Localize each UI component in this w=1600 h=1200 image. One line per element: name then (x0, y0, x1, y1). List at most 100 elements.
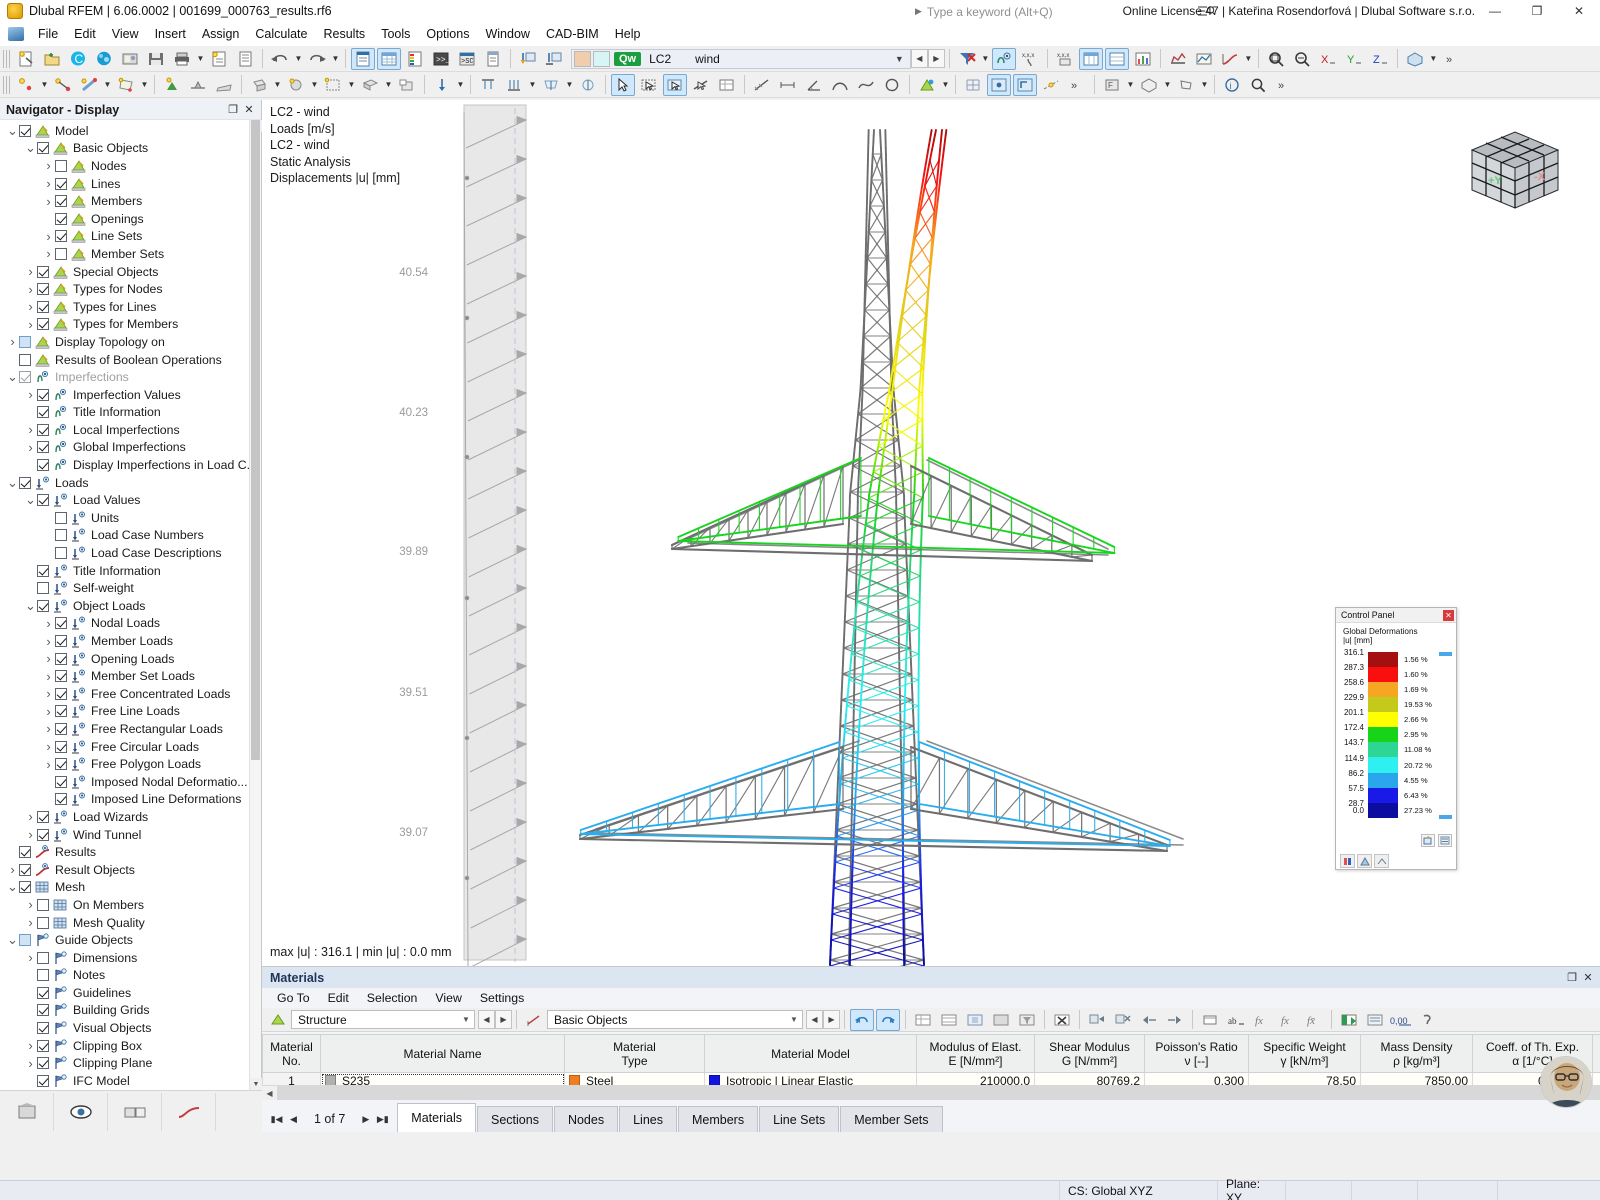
pager-first-button[interactable]: ▮◀ (268, 1109, 285, 1129)
view-iso-dropdown-caret[interactable]: ▼ (1162, 74, 1173, 96)
chevron-right-icon[interactable]: › (42, 194, 55, 209)
tab-line-sets[interactable]: Line Sets (759, 1106, 840, 1132)
column-header[interactable]: Specific Weight γ [kN/m³] (1248, 1034, 1361, 1073)
search-model-button[interactable] (1246, 74, 1270, 96)
line-load-dropdown-caret[interactable]: ▼ (527, 74, 538, 96)
member-dropdown-caret[interactable]: ▼ (102, 74, 113, 96)
chevron-right-icon[interactable]: › (24, 387, 37, 402)
rename-button[interactable]: ab (1224, 1009, 1248, 1031)
tree-item-notes[interactable]: Notes (0, 967, 249, 985)
tree-checkbox[interactable] (55, 617, 67, 630)
tree-checkbox[interactable] (55, 159, 67, 172)
structure-prev-button[interactable]: ◀ (478, 1010, 495, 1029)
toolbar-grip[interactable] (3, 75, 10, 94)
tree-item-opening-loads[interactable]: › Opening Loads (0, 650, 249, 668)
coordinates-button-1[interactable]: x,x,x (1018, 48, 1042, 70)
tree-item-clipping-plane[interactable]: › Clipping Plane (0, 1054, 249, 1072)
spline-button[interactable] (854, 74, 878, 96)
tree-item-special-objects[interactable]: › Special Objects (0, 263, 249, 281)
tree-item-wind-tunnel[interactable]: › Wind Tunnel (0, 826, 249, 844)
column-header[interactable]: Options (1592, 1034, 1600, 1073)
insert-support-button[interactable] (160, 74, 184, 96)
print-button[interactable] (170, 48, 194, 70)
navigator-tab-results[interactable] (162, 1092, 216, 1131)
select-table-button[interactable] (715, 74, 739, 96)
objects-next-button[interactable]: ▶ (823, 1010, 840, 1029)
guideline-snap-button[interactable] (1039, 74, 1063, 96)
chevron-right-icon[interactable]: › (24, 915, 37, 930)
tree-item-clipping-box[interactable]: › Clipping Box (0, 1037, 249, 1055)
tree-checkbox[interactable] (55, 177, 67, 190)
results-chart-button[interactable] (1131, 48, 1155, 70)
tree-item-types-for-nodes[interactable]: › Types for Nodes (0, 280, 249, 298)
table-help-button[interactable] (1415, 1009, 1439, 1031)
tree-item-building-grids[interactable]: Building Grids (0, 1002, 249, 1020)
overflow2-button[interactable]: » (1272, 74, 1296, 96)
tree-item-local-imperfections[interactable]: › Local Imperfections (0, 421, 249, 439)
navigator-close-button[interactable]: ✕ (241, 102, 257, 118)
column-header[interactable]: Material Model (704, 1034, 917, 1073)
deformation-dropdown-caret[interactable]: ▼ (1243, 48, 1254, 70)
menu-cad-bim[interactable]: CAD-BIM (538, 24, 607, 44)
column-header[interactable]: Material Name (320, 1034, 565, 1073)
tree-item-nodes[interactable]: › Nodes (0, 157, 249, 175)
chevron-down-icon[interactable]: ⌄ (24, 141, 37, 155)
show-loads-button[interactable] (516, 48, 540, 70)
tree-item-member-sets[interactable]: › Member Sets (0, 245, 249, 263)
insert-row-button[interactable] (911, 1009, 935, 1031)
table-redo-button[interactable] (876, 1008, 900, 1031)
coordinates-button-2[interactable]: x,x,x (1053, 48, 1077, 70)
render-dropdown-caret[interactable]: ▼ (1428, 48, 1439, 70)
filter-dropdown-caret[interactable]: ▼ (980, 48, 991, 70)
select-lines-button[interactable] (689, 74, 713, 96)
tree-item-imperfection-values[interactable]: › Imperfection Values (0, 386, 249, 404)
chevron-right-icon[interactable]: › (42, 739, 55, 754)
tree-checkbox[interactable] (37, 265, 49, 278)
command-console-button[interactable]: >>_ (429, 48, 453, 70)
tree-item-imperfections[interactable]: ⌄ Imperfections (0, 368, 249, 386)
insert-column-button[interactable] (937, 1009, 961, 1031)
tree-checkbox[interactable] (55, 793, 67, 806)
app-menu-icon[interactable] (8, 27, 24, 41)
tree-item-object-loads[interactable]: ⌄ Object Loads (0, 597, 249, 615)
table-undo-button[interactable] (850, 1008, 874, 1031)
solid-dropdown-caret[interactable]: ▼ (272, 74, 283, 96)
tree-item-free-line-loads[interactable]: › Free Line Loads (0, 703, 249, 721)
opening-dropdown-caret[interactable]: ▼ (346, 74, 357, 96)
tab-materials[interactable]: Materials (397, 1103, 476, 1132)
legend-settings-icon[interactable] (1438, 834, 1452, 847)
redo-dropdown-caret[interactable]: ▼ (330, 48, 341, 70)
control-panel[interactable]: Control Panel ✕ Global Deformations |u| … (1335, 607, 1457, 870)
open-cloud-button[interactable]: C (66, 48, 90, 70)
chevron-right-icon[interactable]: › (42, 704, 55, 719)
table-panel-close-button[interactable]: ✕ (1580, 970, 1596, 986)
insert-block-button[interactable] (395, 74, 419, 96)
chevron-right-icon[interactable]: › (24, 264, 37, 279)
chevron-right-icon[interactable]: › (42, 229, 55, 244)
object-snap-button[interactable] (987, 73, 1011, 96)
tree-checkbox[interactable] (55, 775, 67, 788)
tree-item-load-case-numbers[interactable]: Load Case Numbers (0, 527, 249, 545)
tree-item-result-objects[interactable]: › Result Objects (0, 861, 249, 879)
tree-item-imposed-nodal-deformatio[interactable]: Imposed Nodal Deformatio... (0, 773, 249, 791)
navigator-tab-views[interactable] (108, 1092, 162, 1131)
chevron-down-icon[interactable]: ⌄ (6, 476, 19, 489)
tree-checkbox[interactable] (55, 635, 67, 648)
tree-checkbox[interactable] (37, 423, 49, 436)
arc-button[interactable] (828, 74, 852, 96)
angle-button[interactable] (802, 74, 826, 96)
tree-checkbox[interactable] (55, 247, 67, 260)
navigator-tab-display[interactable] (54, 1092, 108, 1131)
insert-line-support-button[interactable] (186, 74, 210, 96)
results-grid-button[interactable] (1104, 47, 1129, 70)
filter-clear-button[interactable] (955, 48, 979, 70)
dimension-button[interactable] (776, 74, 800, 96)
tree-checkbox[interactable] (19, 846, 31, 859)
tree-checkbox[interactable] (37, 582, 49, 595)
tree-checkbox[interactable] (19, 881, 31, 894)
open-model-button[interactable] (40, 48, 64, 70)
export-excel-button[interactable] (1337, 1009, 1361, 1031)
chevron-right-icon[interactable]: › (24, 1038, 37, 1053)
show-loadcase-button[interactable] (542, 48, 566, 70)
tree-item-units[interactable]: Units (0, 509, 249, 527)
